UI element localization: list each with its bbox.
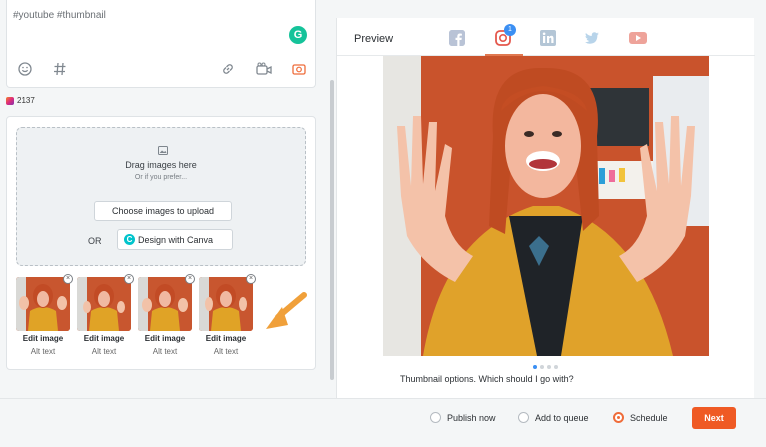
preview-title: Preview <box>354 33 394 45</box>
linkedin-icon[interactable] <box>540 30 556 46</box>
preview-panel: Preview 1 Thumbnail options. Which shoul… <box>336 18 755 398</box>
edit-image-link[interactable]: Edit image <box>199 334 253 343</box>
pointer-arrow-annotation <box>266 292 307 329</box>
image-icon <box>158 146 168 155</box>
instagram-small-icon <box>6 96 14 105</box>
thumbnail-image[interactable] <box>77 277 131 331</box>
or-label: OR <box>88 236 102 246</box>
edit-image-link[interactable]: Edit image <box>77 334 131 343</box>
camera-icon[interactable] <box>290 62 308 80</box>
composer-app: #youtube #thumbnail G 2137 Drag images h… <box>0 0 766 447</box>
add-to-queue-label[interactable]: Add to queue <box>535 413 589 423</box>
alt-text-link[interactable]: Alt text <box>138 347 192 356</box>
publish-now-option[interactable]: Publish now <box>430 412 496 423</box>
canva-label: Design with Canva <box>138 235 214 245</box>
dropzone-title: Drag images here <box>125 160 197 170</box>
link-icon[interactable] <box>219 62 237 80</box>
instagram-notification-badge: 1 <box>504 24 516 36</box>
thumbnail-item[interactable]: × Edit image Alt text <box>16 274 73 357</box>
post-text-editor[interactable]: #youtube #thumbnail G <box>6 0 316 88</box>
edit-image-link[interactable]: Edit image <box>138 334 192 343</box>
schedule-radio[interactable] <box>613 412 624 423</box>
dropzone-subtitle: Or if you prefer... <box>134 174 188 181</box>
thumbnail-item[interactable]: × Edit image Alt text <box>77 274 134 357</box>
alt-text-link[interactable]: Alt text <box>199 347 253 356</box>
add-to-queue-option[interactable]: Add to queue <box>518 412 589 423</box>
schedule-label[interactable]: Schedule <box>630 413 668 423</box>
carousel-dot-active[interactable] <box>533 365 537 369</box>
thumbnail-item[interactable]: × Edit image Alt text <box>199 274 256 357</box>
thumbnail-list: × Edit image Alt text × Edit image Alt t… <box>16 274 308 362</box>
thumbnail-item[interactable]: × Edit image Alt text <box>138 274 195 357</box>
character-count-value: 2137 <box>17 96 35 105</box>
remove-thumbnail-icon[interactable]: × <box>124 274 134 284</box>
thumbnail-image[interactable] <box>199 277 253 331</box>
carousel-dot[interactable] <box>547 365 551 369</box>
emoji-icon[interactable] <box>16 62 34 80</box>
next-button[interactable]: Next <box>692 407 736 429</box>
canva-icon: C <box>124 234 135 245</box>
image-dropzone[interactable]: Drag images here Or if you prefer... Cho… <box>16 127 306 266</box>
media-uploader: Drag images here Or if you prefer... Cho… <box>6 116 316 370</box>
publish-now-label[interactable]: Publish now <box>447 413 496 423</box>
scheduling-footer: Publish now Add to queue Schedule Next <box>0 398 766 436</box>
remove-thumbnail-icon[interactable]: × <box>63 274 73 284</box>
publish-now-radio[interactable] <box>430 412 441 423</box>
remove-thumbnail-icon[interactable]: × <box>246 274 256 284</box>
add-to-queue-radio[interactable] <box>518 412 529 423</box>
grammarly-icon[interactable]: G <box>289 26 307 44</box>
hashtag-icon[interactable] <box>51 62 69 80</box>
instagram-post-preview: Thumbnail options. Which should I go wit… <box>383 56 709 398</box>
post-photo[interactable] <box>383 56 709 356</box>
post-caption: Thumbnail options. Which should I go wit… <box>400 374 574 384</box>
thumbnail-image[interactable] <box>16 277 70 331</box>
twitter-icon[interactable] <box>584 30 600 46</box>
remove-thumbnail-icon[interactable]: × <box>185 274 195 284</box>
video-icon[interactable] <box>255 62 273 80</box>
edit-image-link[interactable]: Edit image <box>16 334 70 343</box>
thumbnail-image[interactable] <box>138 277 192 331</box>
schedule-option[interactable]: Schedule <box>613 412 668 423</box>
preview-header: Preview 1 <box>337 18 755 56</box>
alt-text-link[interactable]: Alt text <box>16 347 70 356</box>
editor-scrollbar[interactable] <box>330 80 334 380</box>
character-count: 2137 <box>6 96 35 105</box>
carousel-dot[interactable] <box>540 365 544 369</box>
facebook-icon[interactable] <box>449 30 465 46</box>
carousel-dots <box>533 365 558 369</box>
youtube-icon[interactable] <box>629 30 647 46</box>
carousel-dot[interactable] <box>554 365 558 369</box>
choose-images-button[interactable]: Choose images to upload <box>94 201 232 221</box>
editor-panel: #youtube #thumbnail G 2137 Drag images h… <box>0 0 330 398</box>
design-with-canva-button[interactable]: C Design with Canva <box>117 229 233 250</box>
post-text[interactable]: #youtube #thumbnail <box>13 10 106 21</box>
alt-text-link[interactable]: Alt text <box>77 347 131 356</box>
